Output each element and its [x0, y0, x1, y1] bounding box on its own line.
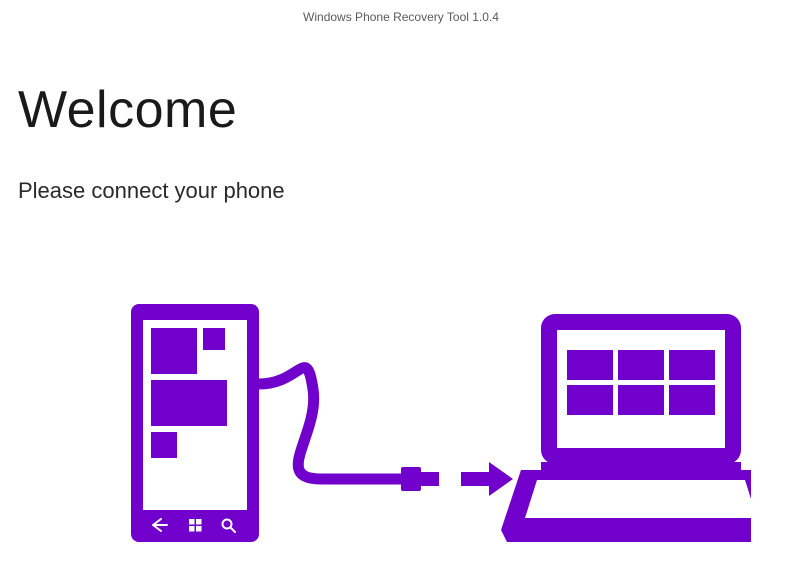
connect-illustration — [0, 284, 802, 564]
page-subtitle: Please connect your phone — [18, 178, 802, 204]
page-heading: Welcome — [18, 84, 802, 136]
window-title: Windows Phone Recovery Tool 1.0.4 — [0, 0, 802, 24]
phone-to-laptop-icon — [51, 284, 751, 564]
main-content: Welcome Please connect your phone — [0, 24, 802, 204]
